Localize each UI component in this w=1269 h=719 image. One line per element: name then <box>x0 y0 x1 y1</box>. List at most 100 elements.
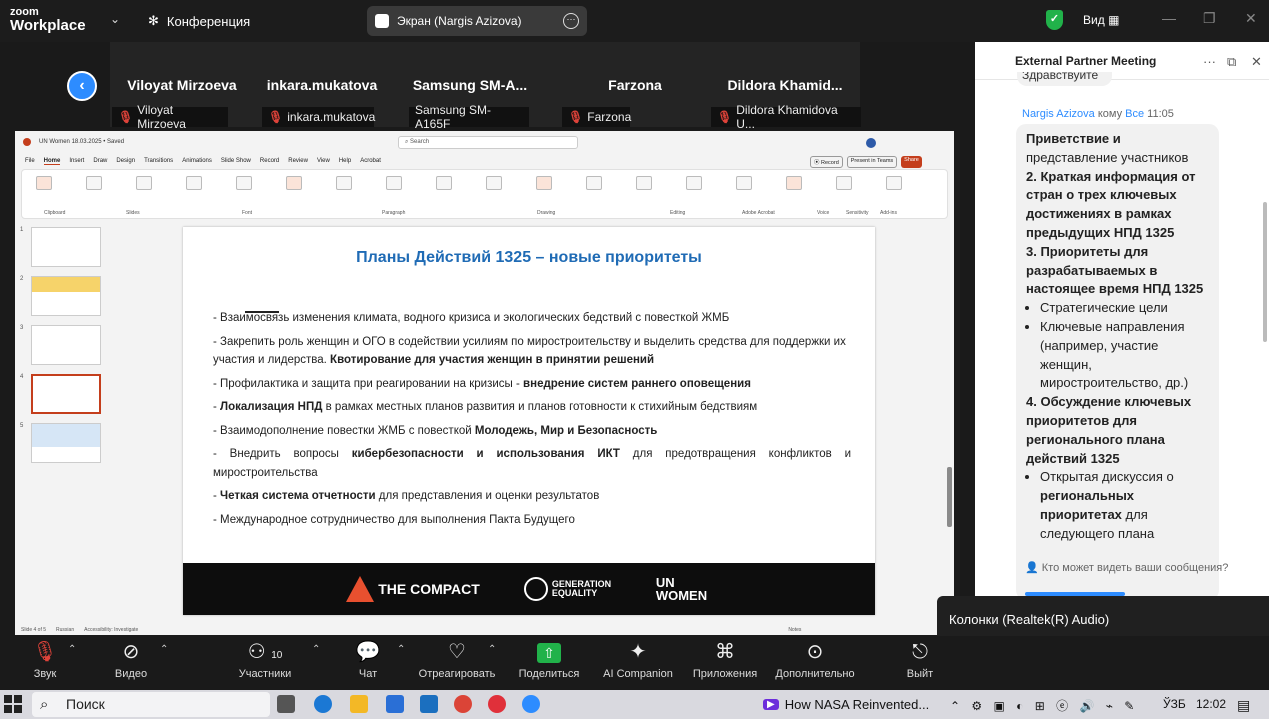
present-teams-button[interactable]: Present in Teams <box>846 156 898 168</box>
ppt-menu-item[interactable]: Home <box>43 158 61 165</box>
ppt-search-input[interactable]: ⌕ Search <box>398 136 578 149</box>
chevron-down-icon[interactable]: ⌄ <box>110 12 120 26</box>
ribbon-tool-icon[interactable] <box>236 176 252 190</box>
close-icon[interactable]: ✕ <box>1245 10 1257 27</box>
ppt-menu-item[interactable]: Insert <box>69 158 84 164</box>
ppt-menu-item[interactable]: Review <box>288 158 308 164</box>
windows-start-icon[interactable] <box>4 695 22 713</box>
ppt-menu-item[interactable]: Acrobat <box>360 158 381 164</box>
close-chat-icon[interactable]: ✕ <box>1251 54 1262 70</box>
language-indicator[interactable]: ЎЗБ <box>1163 697 1186 711</box>
edge-icon[interactable] <box>314 695 332 713</box>
ribbon-tool-icon[interactable] <box>136 176 152 190</box>
participant-name[interactable]: Farzona <box>565 77 705 93</box>
ppt-menu-item[interactable]: File <box>25 158 35 164</box>
participant-name[interactable]: Dildora Khamid... <box>715 77 855 93</box>
strip-back-button[interactable]: ‹ <box>67 71 97 101</box>
apps-button[interactable]: ⌘ Приложения <box>680 636 770 680</box>
slide-bullet: - Взаимосвязь изменения климата, водного… <box>213 312 730 324</box>
participants-button[interactable]: ⚇ 10 Участники ⌃ <box>220 636 321 680</box>
ppt-menu-item[interactable]: Animations <box>182 158 212 164</box>
ribbon-tool-icon[interactable] <box>36 176 52 190</box>
chat-visibility-info[interactable]: 👤 Кто может видеть ваши сообщения? <box>975 556 1269 580</box>
system-tray-icons[interactable]: ⌃ ⚙ ▣ ◐ ⊞ ⓔ 🔊 ⌁ ✎ <box>950 697 1138 714</box>
mic-muted-icon: 🎙 <box>568 110 584 124</box>
ppt-menu-item[interactable]: View <box>317 158 330 164</box>
ribbon-tool-icon[interactable] <box>786 176 802 190</box>
msg-item-2: 2. Краткая информация от стран о трех кл… <box>1026 168 1196 240</box>
generation-equality-logo: GENERATION EQUALITY <box>523 577 612 601</box>
chrome-icon[interactable] <box>454 695 472 713</box>
ribbon-tool-icon[interactable] <box>386 176 402 190</box>
ppt-menu-item[interactable]: Slide Show <box>221 158 251 164</box>
ribbon-group-label: Clipboard <box>44 210 66 216</box>
shared-powerpoint-window: UN Women 18.03.2025 • Saved ⌕ Search Fil… <box>15 131 954 635</box>
video-button[interactable]: ⊘ Видео ⌃ <box>86 636 176 680</box>
mail-icon[interactable] <box>420 695 438 713</box>
ppt-app-icon <box>23 138 31 146</box>
participant-name[interactable]: Viloyat Mirzoeva <box>112 77 252 93</box>
ppt-scrollbar[interactable] <box>947 467 952 527</box>
more-options-icon[interactable]: ··· <box>1203 54 1216 69</box>
record-button[interactable]: ⦿ Record <box>810 156 843 168</box>
ribbon-tool-icon[interactable] <box>836 176 852 190</box>
share-button[interactable]: ⇧ Поделиться <box>504 636 594 680</box>
participant-tag: 🎙 inkara.mukatova <box>262 107 375 127</box>
more-icon[interactable]: ··· <box>563 13 579 29</box>
participant-name[interactable]: Samsung SM-A... <box>400 77 540 93</box>
store-icon[interactable] <box>386 695 404 713</box>
security-shield-icon[interactable]: ✓ <box>1046 10 1063 30</box>
pop-out-icon[interactable]: ⧉ <box>1227 54 1236 70</box>
minimize-icon[interactable]: — <box>1162 10 1176 26</box>
chat-button[interactable]: 💬 Чат ⌃ <box>323 636 413 680</box>
participant-name[interactable]: inkara.mukatova <box>252 77 392 93</box>
ppt-menu-item[interactable]: Record <box>260 158 279 164</box>
ppt-menu-item[interactable]: Help <box>339 158 351 164</box>
ribbon-tool-icon[interactable] <box>636 176 652 190</box>
ribbon-tool-icon[interactable] <box>486 176 502 190</box>
task-view-icon[interactable] <box>277 695 295 713</box>
taskbar-search-input[interactable]: ⌕ Поиск <box>32 692 270 717</box>
maximize-icon[interactable]: ❐ <box>1203 10 1216 27</box>
notifications-icon[interactable]: ▤ <box>1237 697 1250 714</box>
ai-companion-button[interactable]: ✦ AI Companion <box>593 636 683 680</box>
yandex-icon[interactable] <box>488 695 506 713</box>
view-menu[interactable]: Вид ▦ <box>1083 13 1119 27</box>
ppt-menu-item[interactable]: Draw <box>93 158 107 164</box>
ribbon-tool-icon[interactable] <box>736 176 752 190</box>
screen-share-label: Экран (Nargis Azizova) <box>397 14 522 28</box>
ribbon-tool-icon[interactable] <box>586 176 602 190</box>
share-ppt-button[interactable]: Share <box>901 156 922 168</box>
grid-icon: ▦ <box>1108 13 1120 27</box>
ribbon-tool-icon[interactable] <box>86 176 102 190</box>
meeting-menu[interactable]: ✻ Конференция <box>148 13 250 29</box>
slide-thumbnail[interactable] <box>31 325 101 365</box>
status-notes-button[interactable]: Notes <box>788 627 801 633</box>
ribbon-tool-icon[interactable] <box>186 176 202 190</box>
screen-share-pill[interactable]: Экран (Nargis Azizova) ··· <box>367 6 587 36</box>
ribbon-tool-icon[interactable] <box>436 176 452 190</box>
ribbon-tool-icon[interactable] <box>536 176 552 190</box>
message-sender[interactable]: Nargis Azizova <box>1022 108 1095 120</box>
slide-thumbnail[interactable] <box>31 374 101 414</box>
chat-scrollbar[interactable] <box>1263 202 1267 342</box>
mute-button[interactable]: 🎙 Звук ⌃ <box>0 636 90 680</box>
ribbon-tool-icon[interactable] <box>686 176 702 190</box>
file-explorer-icon[interactable] <box>350 695 368 713</box>
ribbon-tool-icon[interactable] <box>336 176 352 190</box>
leave-button[interactable]: ⎋ Выйт <box>900 636 940 680</box>
slide-thumbnail[interactable] <box>31 227 101 267</box>
zoom-taskbar-icon[interactable] <box>522 695 540 713</box>
ppt-menu-item[interactable]: Transitions <box>144 158 173 164</box>
media-widget[interactable]: ▶ How NASA Reinvented... <box>763 697 929 712</box>
clock[interactable]: 12:02 <box>1196 697 1226 711</box>
ppt-avatar[interactable] <box>866 138 876 148</box>
ribbon-tool-icon[interactable] <box>286 176 302 190</box>
slide-thumbnail[interactable] <box>31 276 101 316</box>
more-button[interactable]: ⊙ Дополнительно <box>770 636 860 680</box>
ribbon-tool-icon[interactable] <box>886 176 902 190</box>
slide-thumbnail[interactable] <box>31 423 101 463</box>
react-button[interactable]: ♡ Отреагировать ⌃ <box>412 636 502 680</box>
status-accessibility[interactable]: Accessibility: Investigate <box>84 627 138 633</box>
ppt-menu-item[interactable]: Design <box>116 158 135 164</box>
